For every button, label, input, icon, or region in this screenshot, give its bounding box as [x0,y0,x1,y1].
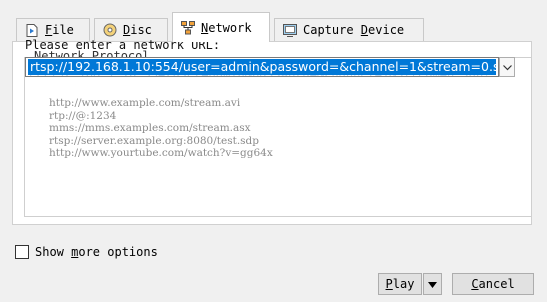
example-url: rtp://@:1234 [49,109,117,122]
tab-network-label: Network [201,20,252,35]
cancel-button-label: Cancel [471,277,515,291]
tab-disc-label: Disc [123,23,152,37]
capture-device-icon [283,23,297,37]
url-history-dropdown-button[interactable] [499,57,515,77]
url-input-selected-text: rtsp://192.168.1.10:554/user=admin&passw… [28,59,496,75]
example-url: http://www.yourtube.com/watch?v=gg64x [49,147,273,159]
example-url: rtsp://server.example.org:8080/test.sdp [49,134,259,147]
chevron-down-icon [502,60,512,74]
network-icon [181,20,195,35]
show-more-options-checkbox[interactable]: Show more options [15,245,158,259]
network-url-input[interactable]: r//192.168.1.10:554/user=admin&password=… [25,57,499,77]
play-button[interactable]: Play [378,273,422,295]
checkbox-box[interactable] [15,245,29,259]
play-button-label: Play [385,277,415,291]
url-examples-list: http://www.example.com/stream.avi rtp://… [49,97,273,160]
disc-icon [103,23,117,37]
play-options-dropdown-button[interactable] [423,273,442,295]
caret-down-icon [428,277,437,291]
tab-capture-device-label: Capture Device [303,23,405,37]
cancel-button[interactable]: Cancel [452,273,534,295]
example-url: http://www.example.com/stream.avi [49,97,241,109]
tab-file-label: File [45,23,74,37]
show-more-options-label: Show more options [35,245,158,259]
file-icon [25,23,39,37]
example-url: mms://mms.examples.com/stream.asx [49,122,251,134]
tab-network[interactable]: Network [172,12,270,42]
tab-capture-device[interactable]: Capture Device [274,18,424,41]
